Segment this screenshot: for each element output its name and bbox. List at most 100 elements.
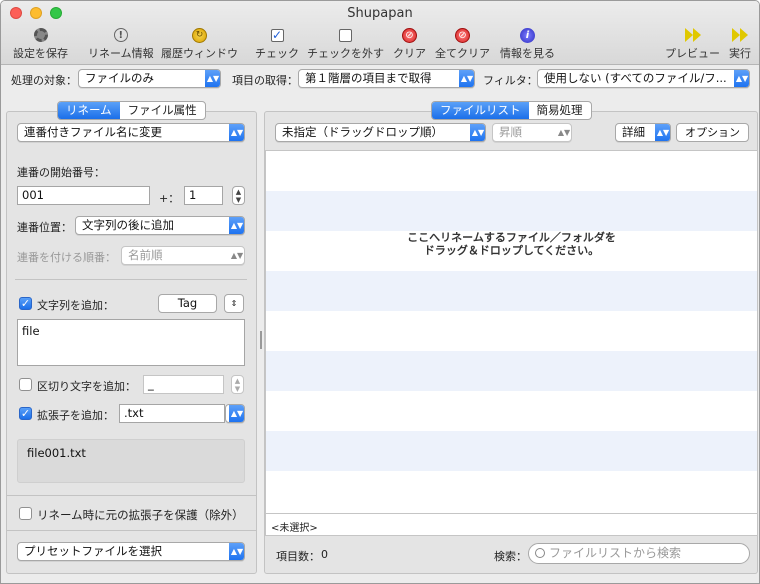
preset-select-value: プリセットファイルを選択 <box>24 544 162 558</box>
protect-extension-checkbox[interactable] <box>19 507 32 520</box>
split-view-handle[interactable] <box>260 331 262 349</box>
preview-play-icon <box>684 27 701 43</box>
clear-all-button[interactable]: ⊘ 全てクリア <box>435 27 490 61</box>
list-row-stripe <box>266 431 757 471</box>
history-window-button[interactable]: ↻ 履歴ウィンドウ <box>161 27 238 61</box>
sort-select[interactable]: 未指定（ドラッグドロップ順） ▲▼ <box>275 123 486 142</box>
select-arrows-icon: ▲▼ <box>229 124 244 141</box>
info-circle-icon: ! <box>113 27 129 43</box>
extension-input[interactable]: .txt <box>119 404 225 423</box>
info-icon: i <box>520 27 536 43</box>
clear-label: クリア <box>393 47 426 60</box>
check-label: チェック <box>255 47 299 60</box>
history-window-label: 履歴ウィンドウ <box>161 47 238 60</box>
gear-icon <box>33 27 49 43</box>
run-play-icon <box>732 27 748 43</box>
view-mode-select[interactable]: 詳細 ▲▼ <box>615 123 671 142</box>
select-arrows-icon: ▲▼ <box>470 124 485 141</box>
check-button[interactable]: ✓ チェック <box>255 27 299 61</box>
drop-hint-line2: ドラッグ＆ドロップしてください。 <box>423 244 600 257</box>
search-label: 検索： <box>494 550 527 563</box>
view-info-button[interactable]: i 情報を見る <box>500 27 555 61</box>
select-arrows-icon: ▲▼ <box>230 250 244 260</box>
string-textarea[interactable]: file <box>17 319 245 366</box>
order-select-value: 名前順 <box>128 248 163 262</box>
sort-order-select[interactable]: 昇順 ▲▼ <box>492 123 572 142</box>
preview-label: プレビュー <box>665 47 720 60</box>
increment-stepper[interactable]: ▲ ▼ <box>232 186 245 205</box>
preset-select[interactable]: プリセットファイルを選択 ▲▼ <box>17 542 245 561</box>
target-select-value: ファイルのみ <box>85 71 154 85</box>
tag-button[interactable]: Tag <box>158 294 217 313</box>
tab-file-attributes[interactable]: ファイル属性 <box>120 102 205 119</box>
extension-label: 拡張子を追加： <box>37 409 114 422</box>
tag-options-button[interactable]: ⇕ <box>224 294 244 313</box>
run-label: 実行 <box>729 47 751 60</box>
target-select[interactable]: ファイルのみ ▲▼ <box>78 69 221 88</box>
extension-checkbox[interactable]: ✓ <box>19 407 32 420</box>
tab-quick-process[interactable]: 簡易処理 <box>529 102 591 119</box>
search-icon <box>535 548 545 558</box>
select-arrows-icon: ▲▼ <box>229 543 244 560</box>
search-placeholder: ファイルリストから検索 <box>549 546 682 560</box>
list-row-stripe <box>266 191 757 231</box>
clear-all-icon: ⊘ <box>455 27 471 43</box>
protect-extension-label: リネーム時に元の拡張子を保護（除外） <box>37 508 244 522</box>
position-select[interactable]: 文字列の後に追加 ▲▼ <box>75 216 245 235</box>
separator-checkbox[interactable] <box>19 378 32 391</box>
left-tab-bar: リネーム ファイル属性 <box>57 101 206 120</box>
separator-label: 区切り文字を追加： <box>37 380 136 393</box>
add-string-label: 文字列を追加： <box>37 299 114 312</box>
rename-info-button[interactable]: ! リネーム情報 <box>88 27 154 61</box>
clear-button[interactable]: ⊘ クリア <box>393 27 426 61</box>
checkbox-empty-icon <box>338 27 354 43</box>
select-arrows-icon: ▲▼ <box>655 124 670 141</box>
clear-all-label: 全てクリア <box>435 47 490 60</box>
fetch-select-value: 第１階層の項目まで取得 <box>305 71 432 85</box>
list-row-stripe <box>266 271 757 311</box>
list-row-stripe <box>266 351 757 391</box>
position-select-value: 文字列の後に追加 <box>82 218 174 232</box>
view-info-label: 情報を見る <box>500 47 555 60</box>
save-settings-label: 設定を保存 <box>13 47 68 60</box>
save-settings-button[interactable]: 設定を保存 <box>13 27 68 61</box>
search-field[interactable]: ファイルリストから検索 <box>528 543 750 564</box>
increment-input[interactable]: 1 <box>184 186 223 205</box>
file-list[interactable]: ここへリネームするファイル／フォルダを ドラッグ＆ドロップしてください。 <box>265 150 758 514</box>
tab-rename[interactable]: リネーム <box>58 102 120 119</box>
select-arrows-icon: ▲▼ <box>229 405 244 422</box>
rename-mode-select[interactable]: 連番付きファイル名に変更 ▲▼ <box>17 123 245 142</box>
left-divider-2 <box>7 495 256 496</box>
order-select[interactable]: 名前順 ▲▼ <box>121 246 245 265</box>
right-tab-bar: ファイルリスト 簡易処理 <box>431 101 592 120</box>
selection-info: <未選択> <box>265 514 758 536</box>
fetch-select[interactable]: 第１階層の項目まで取得 ▲▼ <box>298 69 475 88</box>
select-arrows-icon: ▲▼ <box>557 127 571 137</box>
start-number-label: 連番の開始番号： <box>17 166 105 179</box>
item-count-label: 項目数： <box>276 550 320 563</box>
uncheck-button[interactable]: チェックを外す <box>307 27 384 61</box>
filter-select-value: 使用しない (すべてのファイル/フ... <box>544 71 727 85</box>
history-icon: ↻ <box>192 27 208 43</box>
left-divider <box>15 279 247 280</box>
preview-button[interactable]: プレビュー <box>665 27 720 61</box>
drop-hint-line1: ここへリネームするファイル／フォルダを <box>407 231 616 244</box>
start-number-input[interactable]: 001 <box>17 186 150 205</box>
filter-select[interactable]: 使用しない (すべてのファイル/フ... ▲▼ <box>537 69 750 88</box>
window-title: Shupapan <box>347 6 413 21</box>
separator-stepper[interactable]: ▲ ▼ <box>231 375 244 394</box>
position-label: 連番位置： <box>17 221 72 234</box>
select-arrows-icon: ▲▼ <box>229 217 244 234</box>
app-window: Shupapan 設定を保存 ! リネーム情報 ↻ 履歴ウィンドウ ✓ チェック… <box>0 0 760 584</box>
options-button[interactable]: オプション <box>676 123 749 142</box>
increment-label: +： <box>159 192 180 205</box>
extension-select[interactable]: ▲▼ <box>225 404 245 423</box>
add-string-checkbox[interactable]: ✓ <box>19 297 32 310</box>
run-button[interactable]: 実行 <box>729 27 751 61</box>
rename-mode-value: 連番付きファイル名に変更 <box>24 125 162 139</box>
item-count-value: 0 <box>321 548 328 561</box>
uncheck-label: チェックを外す <box>307 47 384 60</box>
separator-input[interactable]: _ <box>143 375 224 394</box>
tab-file-list[interactable]: ファイルリスト <box>432 102 529 119</box>
order-label: 連番を付ける順番： <box>17 251 116 264</box>
